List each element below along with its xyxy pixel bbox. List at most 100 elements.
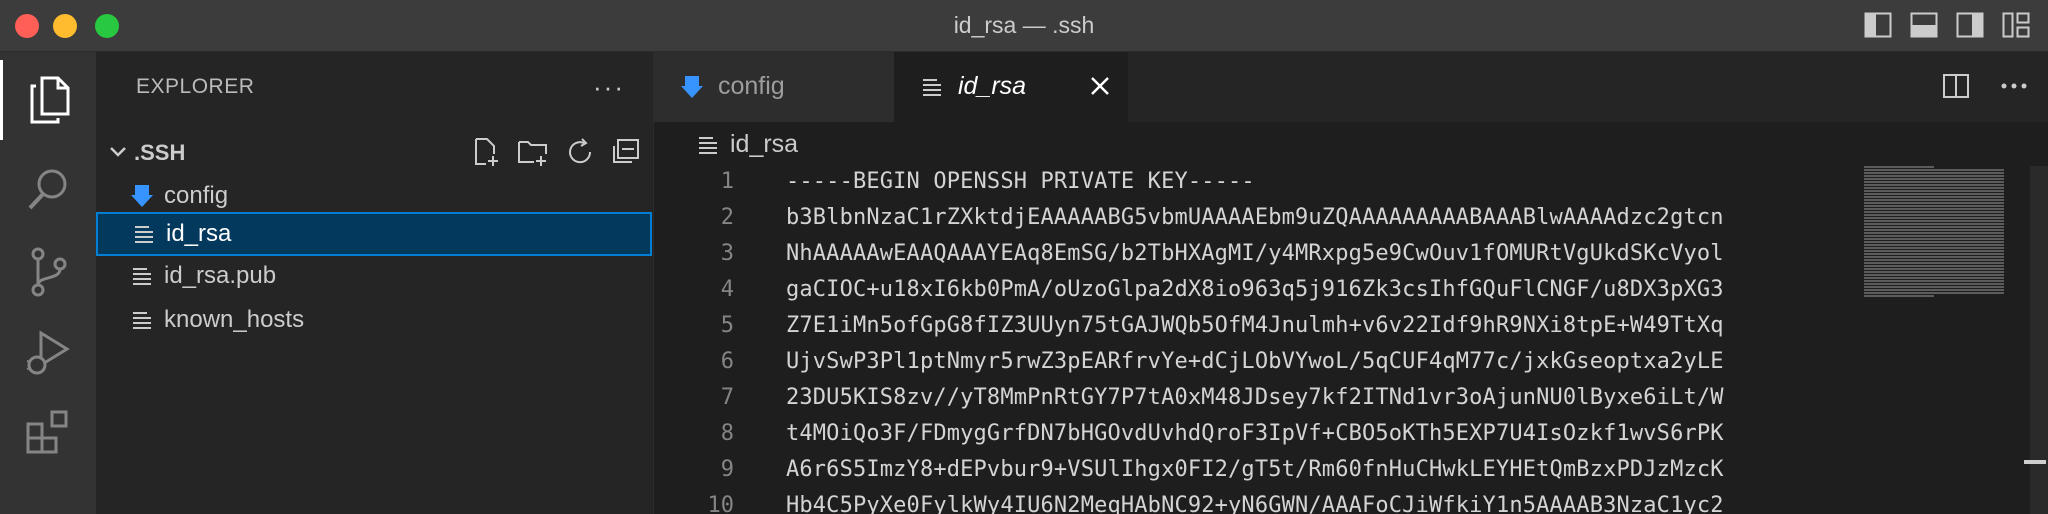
line-number: 1 bbox=[720, 169, 734, 194]
minimap-line bbox=[1864, 232, 2004, 234]
line-text: t4MOiQo3F/FDmygGrfDN7bHGOvdUvhdQroF3IpVf… bbox=[786, 421, 1724, 446]
minimap-line bbox=[1864, 202, 2004, 204]
code-line: 8 t4MOiQo3F/FDmygGrfDN7bHGOvdUvhdQroF3IpV… bbox=[654, 418, 1854, 454]
minimap-line bbox=[1864, 268, 2004, 270]
tab-config[interactable]: config bbox=[654, 52, 894, 122]
minimap-line bbox=[1864, 292, 2004, 294]
editor-actions bbox=[1942, 72, 2028, 100]
extensions-icon bbox=[26, 410, 68, 454]
explorer-sidebar: EXPLORER ··· .SSH config id_rsa id_rsa.p… bbox=[96, 52, 654, 514]
tab-label: config bbox=[718, 72, 785, 100]
toggle-secondary-sidebar-icon[interactable] bbox=[1956, 12, 1984, 38]
folder-name: .SSH bbox=[134, 140, 186, 165]
minimap-line bbox=[1864, 169, 2004, 171]
minimap-line bbox=[1864, 238, 2004, 240]
extensions-activity[interactable] bbox=[0, 392, 96, 472]
title-bar: id_rsa — .ssh bbox=[0, 0, 2048, 52]
sidebar-more-actions-button[interactable]: ··· bbox=[593, 72, 625, 103]
line-text: b3BlbnNzaC1rZXktdjEAAAAABG5vbmUAAAAEbm9u… bbox=[786, 205, 1724, 230]
layout-controls bbox=[1864, 12, 2030, 38]
minimap-line bbox=[1864, 193, 2004, 195]
breadcrumb: id_rsa bbox=[654, 122, 2048, 166]
folder-section-header[interactable]: .SSH bbox=[96, 130, 654, 174]
minimap-line bbox=[1864, 247, 2004, 249]
line-number: 3 bbox=[720, 241, 734, 266]
run-debug-activity[interactable] bbox=[0, 312, 96, 392]
customize-layout-icon[interactable] bbox=[2002, 12, 2030, 38]
code-line: 5 Z7E1iMn5ofGpG8fIZ3UUyn75tGAJWQb5OfM4Jnu… bbox=[654, 310, 1854, 346]
minimap-line bbox=[1864, 223, 2004, 225]
file-item-known-hosts[interactable]: known_hosts bbox=[96, 298, 652, 342]
code-line: 6 UjvSwP3Pl1ptNmyr5rwZ3pEARfrvYe+dCjLObVY… bbox=[654, 346, 1854, 382]
download-arrow-icon bbox=[681, 76, 703, 98]
minimap-line bbox=[1864, 283, 2004, 285]
minimap-line bbox=[1864, 265, 2004, 267]
minimap-line bbox=[1864, 199, 2004, 201]
line-text: Hb4C5PyXe0FylkWy4IU6N2MeqHAbNC92+yN6GWN/… bbox=[786, 493, 1724, 514]
lines-icon bbox=[923, 79, 941, 96]
minimap-line bbox=[1864, 253, 2004, 255]
minimap-line bbox=[1864, 274, 2004, 276]
minimap-line bbox=[1864, 178, 2004, 180]
new-file-icon[interactable] bbox=[470, 136, 502, 168]
line-number: 8 bbox=[720, 421, 734, 446]
minimap-line bbox=[1864, 244, 2004, 246]
source-control-icon bbox=[31, 247, 67, 297]
toggle-panel-icon[interactable] bbox=[1910, 12, 1938, 38]
line-text: A6r6S5ImzY8+dEPvbur9+VSUlIhgx0FI2/gT5t/R… bbox=[786, 457, 1724, 482]
collapse-all-icon[interactable] bbox=[610, 136, 642, 168]
tab-id-rsa[interactable]: id_rsa bbox=[894, 52, 1128, 122]
minimap-line bbox=[1864, 262, 2004, 264]
split-editor-icon[interactable] bbox=[1942, 72, 1970, 100]
explorer-activity[interactable] bbox=[0, 60, 96, 140]
search-icon bbox=[28, 169, 67, 210]
minimap-line bbox=[1864, 250, 2004, 252]
new-folder-icon[interactable] bbox=[516, 136, 550, 168]
refresh-icon[interactable] bbox=[564, 136, 596, 168]
source-control-activity[interactable] bbox=[0, 232, 96, 312]
editor-tabs: config id_rsa bbox=[654, 52, 2048, 122]
minimap-line bbox=[1864, 271, 2004, 273]
file-item-id-rsa[interactable]: id_rsa bbox=[96, 212, 652, 256]
close-icon[interactable] bbox=[1088, 74, 1112, 98]
code-line: 3 NhAAAAAwEAAQAAAYEAq8EmSG/b2TbHXAgMI/y4M… bbox=[654, 238, 1854, 274]
more-actions-icon[interactable] bbox=[2000, 72, 2028, 100]
lines-icon bbox=[135, 226, 153, 243]
minimap-line bbox=[1864, 196, 2004, 198]
minimap[interactable] bbox=[1862, 166, 2012, 514]
line-number: 10 bbox=[707, 493, 735, 514]
minimap-line bbox=[1864, 220, 2004, 222]
breadcrumb-file[interactable]: id_rsa bbox=[730, 130, 798, 159]
line-text: -----BEGIN OPENSSH PRIVATE KEY----- bbox=[786, 169, 1255, 194]
line-text: gaCIOC+u18xI6kb0PmA/oUzoGlpa2dX8io963q5j… bbox=[786, 277, 1724, 302]
minimap-line bbox=[1864, 256, 2004, 258]
minimap-line bbox=[1864, 277, 2004, 279]
toggle-primary-sidebar-icon[interactable] bbox=[1864, 12, 1892, 38]
download-arrow-icon bbox=[131, 185, 153, 207]
code-editor[interactable]: 1 -----BEGIN OPENSSH PRIVATE KEY----- 2 b3… bbox=[654, 166, 2048, 514]
folder-actions bbox=[470, 136, 642, 168]
minimap-line bbox=[1864, 172, 2004, 174]
minimap-line bbox=[1864, 286, 2004, 288]
chevron-down-icon bbox=[110, 147, 126, 157]
scroll-position-marker bbox=[2024, 460, 2046, 464]
line-text: 23DU5KIS8zv//yT8MmPnRtGY7P7tA0xM48JDsey7… bbox=[786, 385, 1724, 410]
file-label: known_hosts bbox=[164, 306, 305, 333]
minimap-line bbox=[1864, 289, 2004, 291]
minimap-line bbox=[1864, 205, 2004, 207]
line-number: 6 bbox=[720, 349, 734, 374]
minimap-line bbox=[1864, 214, 2004, 216]
window-title: id_rsa — .ssh bbox=[953, 12, 1095, 38]
search-activity[interactable] bbox=[0, 150, 96, 230]
file-item-id-rsa-pub[interactable]: id_rsa.pub bbox=[96, 254, 652, 298]
vscode-window: id_rsa — .ssh EXPLORER ··· .SSH config i… bbox=[0, 0, 2048, 514]
minimap-line bbox=[1864, 280, 2004, 282]
tab-label: id_rsa bbox=[958, 72, 1027, 100]
minimap-line bbox=[1864, 295, 1934, 297]
file-label: id_rsa.pub bbox=[164, 262, 277, 289]
minimap-line bbox=[1864, 184, 2004, 186]
code-line: 2 b3BlbnNzaC1rZXktdjEAAAAABG5vbmUAAAAEbm9… bbox=[654, 202, 1854, 238]
minimap-line bbox=[1864, 235, 2004, 237]
minimap-line bbox=[1864, 175, 2004, 177]
minimap-line bbox=[1864, 241, 2004, 243]
